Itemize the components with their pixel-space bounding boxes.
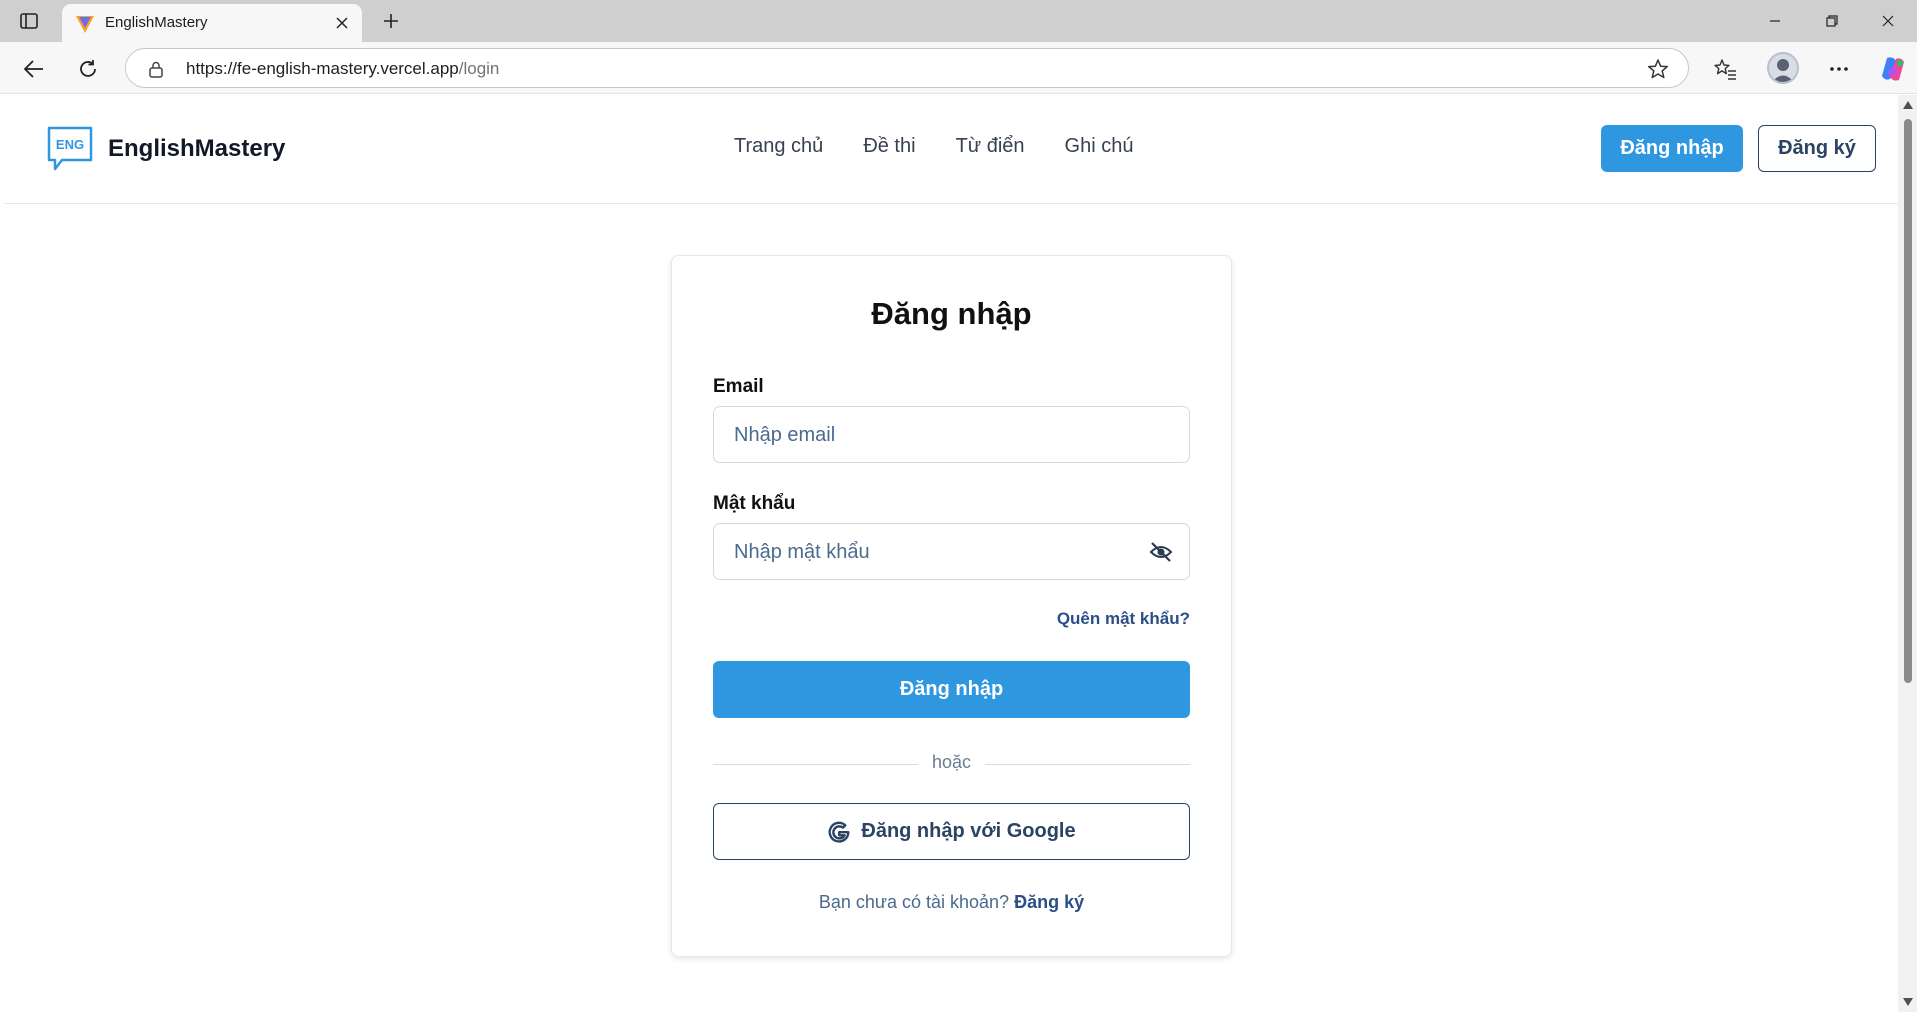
nav-item-notes[interactable]: Ghi chú — [1065, 135, 1134, 158]
url-text: https://fe-english-mastery.vercel.app/lo… — [186, 59, 499, 79]
star-icon[interactable] — [1646, 57, 1670, 81]
signup-prompt: Bạn chưa có tài khoản? Đăng ký — [672, 892, 1231, 913]
password-label: Mật khẩu — [713, 493, 796, 514]
google-login-label: Đăng nhập với Google — [861, 820, 1076, 842]
divider-text: hoặc — [931, 752, 972, 772]
page-title: Đăng nhập — [871, 296, 1032, 331]
window-close-icon[interactable] — [1865, 7, 1911, 35]
nav-item-home[interactable]: Trang chủ — [734, 135, 823, 158]
close-icon[interactable] — [332, 13, 352, 33]
google-login-button[interactable]: Đăng nhập với Google — [713, 803, 1190, 860]
favorites-icon[interactable] — [1709, 53, 1741, 85]
password-placeholder: Nhập mật khẩu — [734, 541, 870, 563]
login-submit-button[interactable]: Đăng nhập — [713, 661, 1190, 718]
logo-badge: ENG — [56, 137, 84, 152]
lock-icon[interactable] — [146, 59, 166, 79]
main-nav: Trang chủ Đề thi Từ điển Ghi chú — [734, 135, 1133, 158]
signup-link[interactable]: Đăng ký — [1014, 892, 1084, 912]
email-field[interactable]: Nhập email — [713, 406, 1190, 463]
refresh-icon[interactable] — [72, 53, 104, 85]
minimize-icon[interactable] — [1752, 7, 1798, 35]
copilot-icon[interactable] — [1877, 53, 1909, 85]
url-host: https://fe-english-mastery.vercel.app — [186, 59, 459, 78]
forgot-password-link[interactable]: Quên mật khẩu? — [1057, 609, 1190, 629]
browser-tab[interactable]: EnglishMastery — [62, 4, 362, 42]
no-account-text: Bạn chưa có tài khoản? — [818, 892, 1010, 912]
logo-icon: ENG — [47, 126, 93, 171]
browser-tab-strip: EnglishMastery — [0, 0, 1917, 42]
favicon-icon — [74, 13, 96, 35]
nav-item-dictionary[interactable]: Từ điển — [956, 135, 1025, 158]
scroll-thumb[interactable] — [1904, 119, 1912, 683]
google-icon — [828, 821, 850, 843]
scroll-down-arrow-icon[interactable] — [1903, 998, 1913, 1006]
tab-title: EnglishMastery — [105, 14, 208, 31]
browser-toolbar: https://fe-english-mastery.vercel.app/lo… — [0, 42, 1917, 94]
logo-text: EnglishMastery — [108, 135, 286, 162]
site-header: ENG EnglishMastery Trang chủ Đề thi Từ đ… — [4, 95, 1898, 204]
email-placeholder: Nhập email — [734, 424, 836, 446]
address-bar[interactable]: https://fe-english-mastery.vercel.app/lo… — [125, 48, 1689, 88]
header-login-button[interactable]: Đăng nhập — [1601, 125, 1743, 172]
more-icon[interactable] — [1823, 53, 1855, 85]
plus-icon[interactable] — [378, 8, 404, 34]
scroll-up-arrow-icon[interactable] — [1903, 101, 1913, 109]
email-label: Email — [713, 376, 764, 397]
avatar[interactable] — [1767, 52, 1799, 84]
url-path: /login — [458, 59, 500, 78]
page-scrollbar[interactable] — [1898, 95, 1917, 1012]
sidebar-toggle-icon[interactable] — [14, 8, 44, 34]
back-arrow-icon[interactable] — [18, 53, 50, 85]
or-divider: hoặc — [713, 752, 1190, 776]
eye-off-icon[interactable] — [1149, 541, 1173, 563]
page-viewport: ENG EnglishMastery Trang chủ Đề thi Từ đ… — [4, 95, 1898, 1012]
nav-item-exams[interactable]: Đề thi — [863, 135, 915, 158]
restore-icon[interactable] — [1809, 7, 1855, 35]
header-register-button[interactable]: Đăng ký — [1758, 125, 1876, 172]
password-field[interactable]: Nhập mật khẩu — [713, 523, 1190, 580]
login-card: Đăng nhập Email Nhập email Mật khẩu Nhập… — [671, 255, 1232, 957]
site-logo[interactable]: ENG EnglishMastery — [46, 125, 285, 173]
